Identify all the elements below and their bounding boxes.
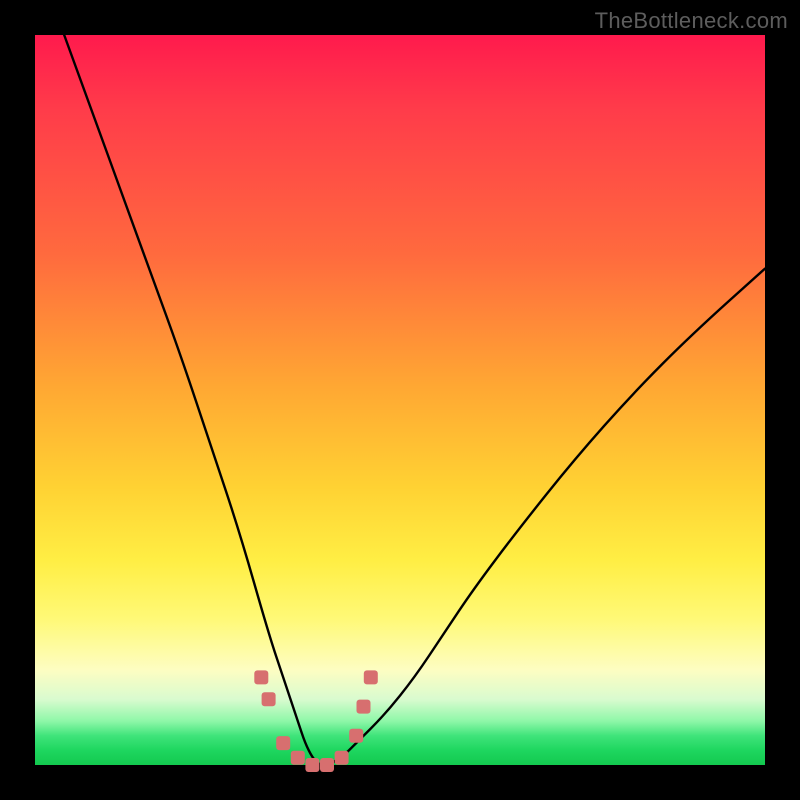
trough-marker [254,670,268,684]
trough-marker [291,751,305,765]
trough-marker [335,751,349,765]
trough-markers [254,670,377,772]
trough-marker [262,692,276,706]
chart-frame: TheBottleneck.com [0,0,800,800]
chart-plot-area [35,35,765,765]
trough-marker [320,758,334,772]
trough-marker [364,670,378,684]
chart-svg [35,35,765,765]
trough-marker [349,729,363,743]
trough-marker [305,758,319,772]
trough-marker [276,736,290,750]
watermark-text: TheBottleneck.com [595,8,788,34]
bottleneck-curve [64,35,765,765]
trough-marker [357,700,371,714]
